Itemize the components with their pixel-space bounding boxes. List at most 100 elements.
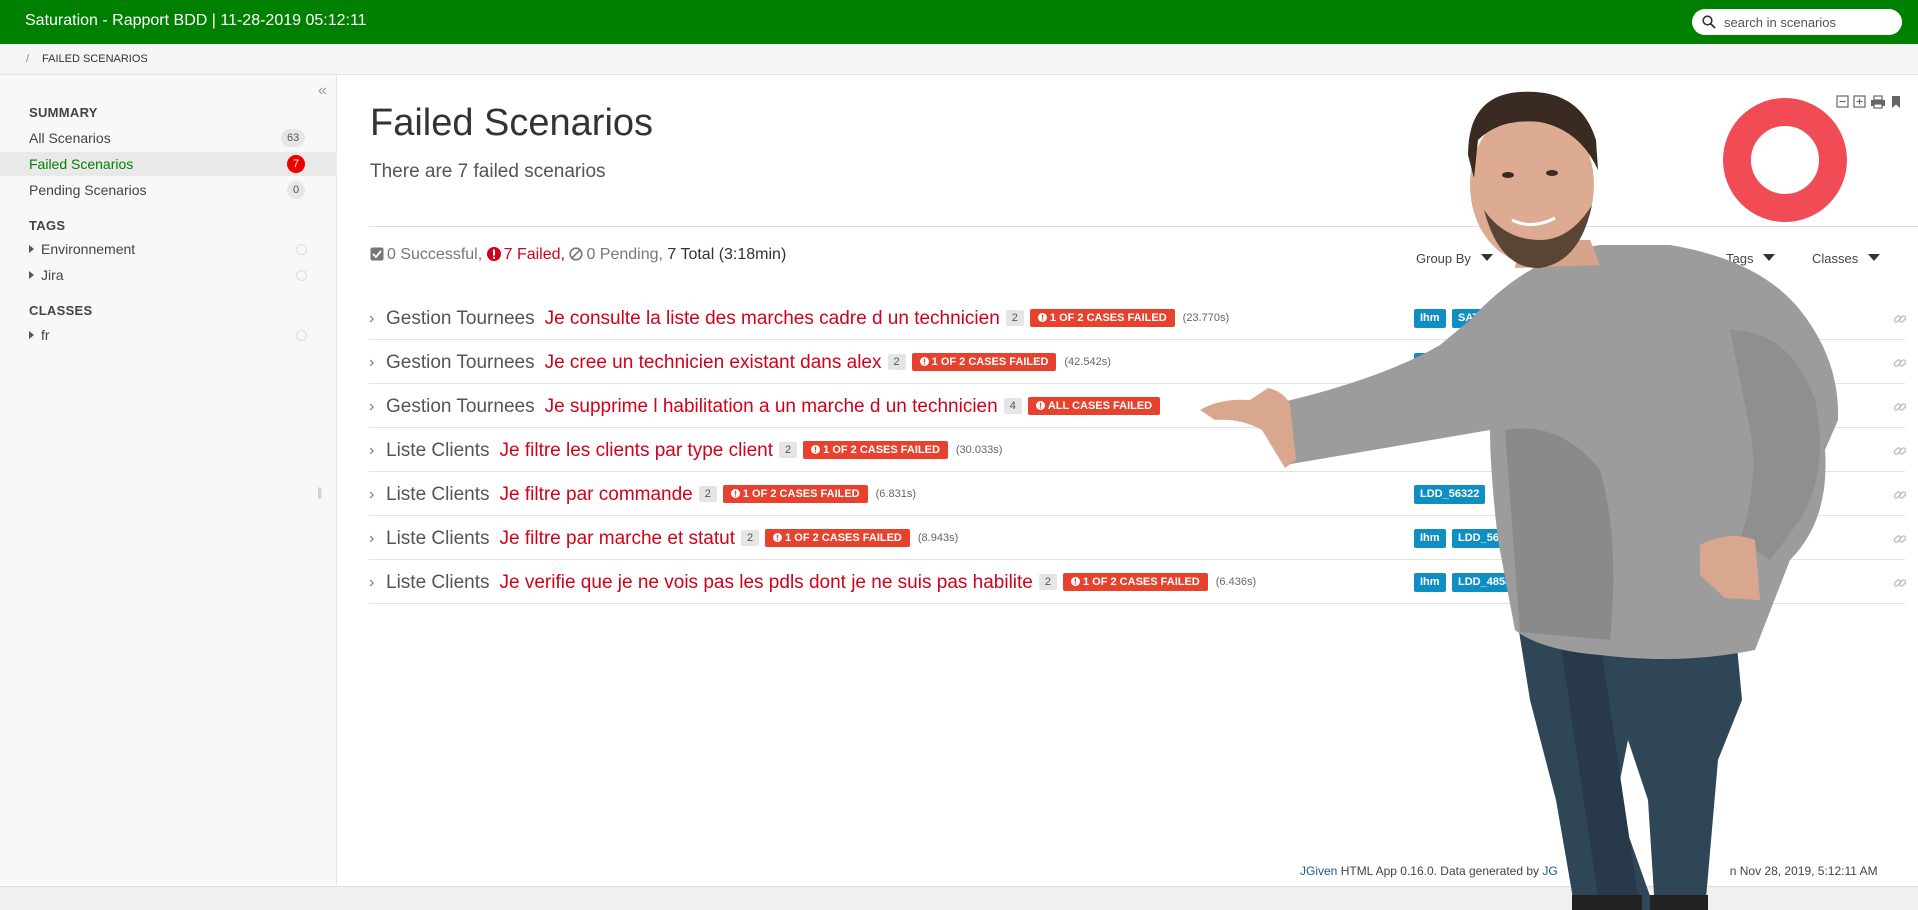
scenario-tag[interactable]: Ihm bbox=[1414, 529, 1446, 548]
sidebar-item-pending-scenarios[interactable]: Pending Scenarios 0 bbox=[0, 178, 337, 202]
failed-status-badge: 1 OF 2 CASES FAILED bbox=[803, 441, 948, 459]
status-text: 1 OF 2 CASES FAILED bbox=[823, 444, 940, 456]
chevron-right-icon[interactable]: › bbox=[369, 530, 374, 548]
scenario-line: Liste Clients Je filtre par commande 2 1 OF… bbox=[386, 484, 916, 506]
chevron-right-icon[interactable]: › bbox=[369, 310, 374, 328]
classes-dropdown[interactable]: Classes bbox=[1812, 251, 1881, 266]
circle-icon bbox=[296, 270, 307, 281]
scenario-tag[interactable]: Ihm bbox=[1414, 397, 1446, 416]
sidebar-item-failed-scenarios[interactable]: Failed Scenarios 7 bbox=[0, 152, 337, 176]
sidebar-tag-environnement[interactable]: Environnement bbox=[0, 237, 337, 261]
scenario-row[interactable]: › Gestion Tournees Je supprime l habilitat… bbox=[369, 384, 1908, 428]
chevron-right-icon[interactable]: › bbox=[369, 574, 374, 592]
footer-jgiven-link[interactable]: JGiven bbox=[1300, 864, 1337, 878]
status-donut-chart bbox=[1723, 98, 1847, 222]
scenario-name[interactable]: Je verifie que je ne vois pas les pdls d… bbox=[500, 572, 1033, 593]
duration: (42.542s) bbox=[1064, 356, 1111, 368]
footer-jgiven-link-2[interactable]: JG bbox=[1542, 864, 1557, 878]
exclamation-circle-icon bbox=[811, 445, 821, 454]
circle-icon bbox=[296, 244, 307, 255]
sidebar-item-label: Pending Scenarios bbox=[29, 182, 147, 198]
scenario-line: Liste Clients Je filtre les clients par t… bbox=[386, 440, 1002, 462]
link-icon[interactable] bbox=[1892, 443, 1908, 459]
bookmark-icon[interactable] bbox=[1892, 96, 1900, 108]
footer-text: HTML App 0.16.0. Data generated by bbox=[1337, 864, 1543, 878]
scenario-tag[interactable]: Ihm bbox=[1414, 573, 1446, 592]
scenario-tag[interactable]: LDD_56322 bbox=[1414, 485, 1486, 504]
failed-count: 7 Failed, bbox=[503, 246, 565, 263]
chevron-right-icon[interactable]: › bbox=[369, 398, 374, 416]
failed-status-badge: 1 OF 2 CASES FAILED bbox=[1029, 309, 1175, 327]
duration: (23.770s) bbox=[1182, 312, 1230, 324]
scenario-name[interactable]: Je filtre par commande bbox=[500, 484, 693, 505]
scenario-name[interactable]: Je filtre par marche et statut bbox=[500, 528, 736, 549]
expand-all-icon[interactable] bbox=[1853, 95, 1866, 108]
tags-heading: TAGS bbox=[29, 218, 66, 233]
chevron-right-icon[interactable]: › bbox=[369, 486, 374, 504]
link-icon[interactable] bbox=[1892, 487, 1908, 503]
scenario-tag[interactable]: Ihm bbox=[1414, 353, 1446, 372]
scenario-row[interactable]: › Gestion Tournees Je consulte la liste de… bbox=[369, 296, 1908, 340]
neck bbox=[1515, 240, 1600, 268]
exclamation-circle-icon bbox=[486, 247, 501, 261]
caret-down-icon[interactable] bbox=[1675, 254, 1687, 261]
collapse-all-icon[interactable] bbox=[1836, 95, 1849, 108]
scenario-tag[interactable]: Ihm bbox=[1414, 309, 1446, 328]
breadcrumb-separator: / bbox=[26, 53, 30, 65]
link-icon[interactable] bbox=[1892, 399, 1908, 415]
search-box[interactable] bbox=[1692, 9, 1902, 35]
classes-label: Classes bbox=[1812, 251, 1859, 266]
exclamation-circle-icon bbox=[773, 533, 783, 542]
sidebar-item-label: Environnement bbox=[41, 241, 136, 257]
sidebar-tag-jira[interactable]: Jira bbox=[0, 263, 337, 287]
caret-right-icon bbox=[29, 245, 34, 253]
breadcrumb-current[interactable]: FAILED SCENARIOS bbox=[42, 53, 148, 65]
sidebar-item-label: fr bbox=[41, 327, 50, 343]
scenario-tag[interactable]: LDD_4858 bbox=[1452, 573, 1518, 592]
sidebar-item-all-scenarios[interactable]: All Scenarios 63 bbox=[0, 126, 337, 150]
collapse-sidebar-icon[interactable]: « bbox=[318, 82, 327, 100]
scenario-class: Liste Clients bbox=[386, 528, 490, 549]
app-title: Saturation - Rapport BDD | 11-28-2019 05… bbox=[25, 12, 367, 29]
link-icon[interactable] bbox=[1892, 311, 1908, 327]
left-eye bbox=[1502, 172, 1514, 178]
case-count-badge: 2 bbox=[779, 442, 798, 458]
summary-heading: SUMMARY bbox=[29, 105, 98, 120]
scenario-name[interactable]: Je cree un technicien existant dans alex bbox=[545, 352, 882, 373]
scenario-class: Liste Clients bbox=[386, 440, 490, 461]
scenario-line: Liste Clients Je filtre par marche et sta… bbox=[386, 528, 958, 550]
scenario-tag[interactable]: LDD_56325 bbox=[1452, 529, 1524, 548]
scenario-row[interactable]: › Liste Clients Je filtre par commande 2 1 O… bbox=[369, 472, 1908, 516]
scenario-name[interactable]: Je consulte la liste des marches cadre d… bbox=[545, 308, 1000, 329]
case-count-badge: 2 bbox=[698, 486, 717, 502]
count-badge: 63 bbox=[281, 129, 306, 147]
sidebar-class-fr[interactable]: fr bbox=[0, 323, 337, 347]
exclamation-circle-icon bbox=[1037, 313, 1047, 322]
scenario-tag[interactable]: SAT bbox=[1452, 309, 1486, 328]
exclamation-circle-icon bbox=[1035, 401, 1045, 410]
caret-down-icon bbox=[1868, 254, 1881, 261]
chevron-right-icon[interactable]: › bbox=[369, 442, 374, 460]
status-text: 1 OF 2 CASES FAILED bbox=[931, 356, 1049, 368]
link-icon[interactable] bbox=[1892, 355, 1908, 371]
status-text: 1 OF 2 CASES FAILED bbox=[1083, 576, 1200, 588]
page-subtitle: There are 7 failed scenarios bbox=[370, 161, 606, 182]
caret-down-icon bbox=[1763, 254, 1776, 261]
link-icon[interactable] bbox=[1892, 531, 1908, 547]
resize-handle[interactable]: ||| bbox=[317, 485, 323, 499]
scenario-row[interactable]: › Liste Clients Je verifie que je ne vois … bbox=[369, 560, 1908, 604]
tags-dropdown[interactable]: Tags bbox=[1726, 251, 1776, 266]
group-by-dropdown[interactable]: Group By bbox=[1416, 251, 1493, 266]
scenario-name[interactable]: Je supprime l habilitation a un marche d… bbox=[545, 396, 998, 417]
search-input[interactable] bbox=[1724, 13, 1892, 31]
link-icon[interactable] bbox=[1892, 575, 1908, 591]
case-count-badge: 2 bbox=[741, 530, 760, 546]
scenario-class: Gestion Tournees bbox=[386, 308, 535, 329]
sidebar: « SUMMARY All Scenarios 63 Failed Scenar… bbox=[0, 75, 337, 885]
scenario-row[interactable]: › Gestion Tournees Je cree un technicien e… bbox=[369, 340, 1908, 384]
chevron-right-icon[interactable]: › bbox=[369, 354, 374, 372]
scenario-row[interactable]: › Liste Clients Je filtre par marche et st… bbox=[369, 516, 1908, 560]
print-icon[interactable] bbox=[1871, 95, 1885, 109]
scenario-row[interactable]: › Liste Clients Je filtre les clients par … bbox=[369, 428, 1908, 472]
scenario-name[interactable]: Je filtre les clients par type client bbox=[500, 440, 774, 461]
